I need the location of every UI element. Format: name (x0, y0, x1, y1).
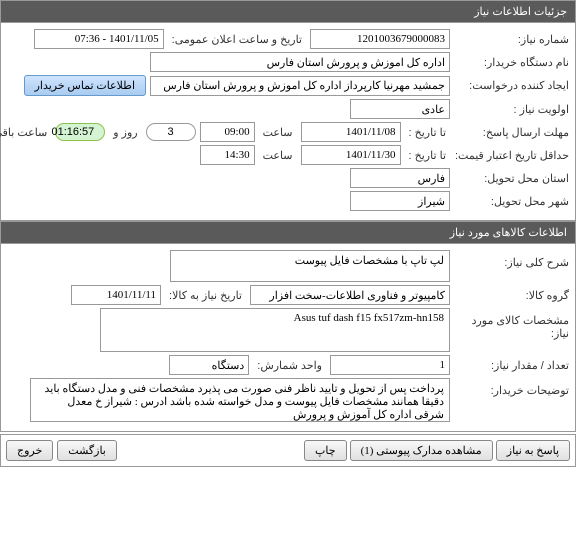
need-date-field[interactable] (71, 285, 161, 305)
creator-field[interactable] (150, 76, 450, 96)
section1-body: شماره نیاز: تاریخ و ساعت اعلان عمومی: نا… (0, 23, 576, 221)
countdown-pill: 01:16:57 (55, 123, 105, 141)
priority-field[interactable] (350, 99, 450, 119)
footer-bar: پاسخ به نیاز مشاهده مدارک پیوستی (1) چاپ… (0, 434, 576, 467)
validity-date-field[interactable] (301, 145, 401, 165)
creator-label: ایجاد کننده درخواست: (454, 79, 569, 92)
priority-label: اولویت نیاز : (454, 103, 569, 116)
delivery-state-field[interactable] (350, 168, 450, 188)
remaining-label: ساعت باقی مانده (0, 126, 51, 139)
section1-title: جزئیات اطلاعات نیاز (474, 6, 567, 18)
min-validity-label: حداقل تاریخ اعتبار قیمت: (454, 149, 569, 162)
buyer-notes-label: توضیحات خریدار: (454, 378, 569, 397)
announce-label: تاریخ و ساعت اعلان عمومی: (168, 33, 306, 46)
section2-body: شرح کلی نیاز: لپ تاپ با مشخصات فایل پیوس… (0, 244, 576, 432)
unit-field[interactable] (169, 355, 249, 375)
buyer-notes-textarea[interactable]: پرداخت پس از تحویل و تایید ناظر فنی صورت… (30, 378, 450, 422)
delivery-state-label: استان محل تحویل: (454, 172, 569, 185)
overall-textarea[interactable]: لپ تاپ با مشخصات فایل پیوست (170, 250, 450, 282)
overall-label: شرح کلی نیاز: (454, 250, 569, 269)
qty-label: تعداد / مقدار نیاز: (454, 359, 569, 372)
section2-title: اطلاعات کالاهای مورد نیاز (450, 227, 567, 239)
to-date-label-1: تا تاریخ : (405, 126, 450, 139)
buyer-label: نام دستگاه خریدار: (454, 56, 569, 69)
need-date-label: تاریخ نیاز به کالا: (165, 289, 246, 302)
delivery-city-label: شهر محل تحویل: (454, 195, 569, 208)
validity-time-field[interactable] (200, 145, 255, 165)
section2-header: اطلاعات کالاهای مورد نیاز (0, 221, 576, 244)
print-button[interactable]: چاپ (304, 440, 347, 461)
back-button[interactable]: بازگشت (57, 440, 117, 461)
unit-label: واحد شمارش: (253, 359, 326, 372)
announce-field[interactable] (34, 29, 164, 49)
need-no-label: شماره نیاز: (454, 33, 569, 46)
buyer-field[interactable] (150, 52, 450, 72)
spec-textarea[interactable]: Asus tuf dash f15 fx517zm-hn158 (100, 308, 450, 352)
days-label: روز و (109, 126, 141, 139)
deadline-reply-label: مهلت ارسال پاسخ: (454, 126, 569, 139)
reply-button[interactable]: پاسخ به نیاز (496, 440, 570, 461)
time-label-2: ساعت (259, 149, 297, 162)
section1-header: جزئیات اطلاعات نیاز (0, 0, 576, 23)
deadline-time-field[interactable] (200, 122, 255, 142)
spec-label: مشخصات کالای مورد نیاز: (454, 308, 569, 340)
contact-buyer-button[interactable]: اطلاعات تماس خریدار (24, 75, 146, 96)
group-field[interactable] (250, 285, 450, 305)
group-label: گروه کالا: (454, 289, 569, 302)
deadline-date-field[interactable] (301, 122, 401, 142)
time-label-1: ساعت (259, 126, 297, 139)
need-no-field[interactable] (310, 29, 450, 49)
exit-button[interactable]: خروج (6, 440, 53, 461)
view-attachments-button[interactable]: مشاهده مدارک پیوستی (1) (350, 440, 493, 461)
days-pill: 3 (146, 123, 196, 141)
delivery-city-field[interactable] (350, 191, 450, 211)
qty-field[interactable] (330, 355, 450, 375)
to-date-label-2: تا تاریخ : (405, 149, 450, 162)
